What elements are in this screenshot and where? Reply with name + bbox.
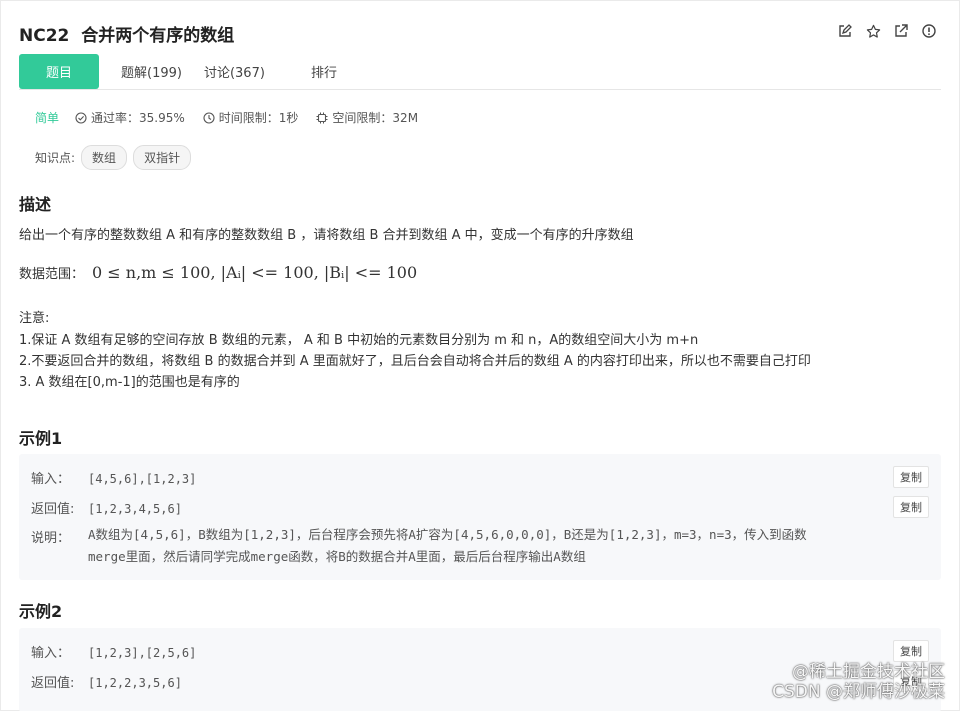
space-limit: 空间限制：32M	[316, 109, 418, 126]
tab-ranking[interactable]: 排行	[311, 54, 337, 89]
example-2-output: [1,2,2,3,5,6]	[88, 676, 182, 690]
report-icon[interactable]	[921, 23, 937, 39]
knowledge-points: 知识点: 数组 双指针	[35, 145, 192, 170]
note-1: 1.保证 A 数组有足够的空间存放 B 数组的元素， A 和 B 中初始的元素数…	[19, 333, 699, 348]
share-icon[interactable]	[893, 23, 909, 39]
output-label: 返回值:	[31, 502, 75, 517]
data-range: 数据范围： 0 ≤ n,m ≤ 100, |Aᵢ| <= 100, |Bᵢ| <…	[19, 263, 417, 282]
copy-output-button[interactable]: 复制	[893, 496, 929, 518]
time-limit: 时间限制：1秒	[203, 109, 299, 126]
explanation-line-1: A数组为[4,5,6]，B数组为[1,2,3]，后台程序会预先将A扩容为[4,5…	[88, 527, 807, 542]
example-2-input: [1,2,3],[2,5,6]	[88, 646, 197, 660]
title-actions	[837, 23, 937, 39]
explain-label: 说明：	[31, 531, 71, 546]
tag-two-pointers[interactable]: 双指针	[133, 145, 192, 170]
edit-icon[interactable]	[837, 23, 853, 39]
example-1-heading: 示例1	[19, 429, 63, 448]
description-text: 给出一个有序的整数数组 A 和有序的整数数组 B ，请将数组 B 合并到数组 A…	[19, 228, 634, 243]
example-1-output: [1,2,3,4,5,6]	[88, 502, 182, 516]
example-2-heading: 示例2	[19, 602, 63, 621]
problem-meta: 简单 通过率：35.95% 时间限制：1秒 空间限制：32M	[35, 109, 436, 126]
example-2-output-row: 返回值: [1,2,2,3,5,6]	[31, 672, 182, 691]
tab-bar: 题目 题解(199) 讨论(367) 排行	[19, 54, 337, 89]
watermark-line-2: CSDN @郑师傅沙极菜	[772, 682, 945, 702]
example-1-input-row: 输入： [4,5,6],[1,2,3]	[31, 468, 196, 487]
tab-discussion[interactable]: 讨论(367)	[204, 54, 265, 89]
copy-input-button[interactable]: 复制	[893, 640, 929, 662]
pass-rate: 通过率：35.95%	[75, 109, 185, 126]
example-1-output-row: 返回值: [1,2,3,4,5,6]	[31, 498, 182, 517]
copy-input-button[interactable]: 复制	[893, 466, 929, 488]
problem-page: NC22 合并两个有序的数组 题目 题解(199) 讨论(367) 排行 简单 …	[0, 0, 960, 711]
watermark: @稀土掘金技术社区 CSDN @郑师傅沙极菜	[772, 662, 945, 702]
note-title: 注意:	[19, 311, 50, 326]
watermark-line-1: @稀土掘金技术社区	[792, 662, 945, 682]
tab-solutions[interactable]: 题解(199)	[121, 54, 182, 89]
example-1-box: 输入： [4,5,6],[1,2,3] 复制 返回值: [1,2,3,4,5,6] …	[19, 454, 941, 580]
example-1-explanation: A数组为[4,5,6]，B数组为[1,2,3]，后台程序会预先将A扩容为[4,5…	[88, 524, 908, 568]
clock-icon	[203, 111, 215, 124]
pass-rate-text: 通过率：35.95%	[91, 111, 185, 125]
input-label: 输入：	[31, 646, 71, 661]
note-3: 3. A 数组在[0,m-1]的范围也是有序的	[19, 375, 240, 390]
description-heading: 描述	[19, 195, 52, 214]
difficulty-badge: 简单	[35, 111, 60, 125]
tab-divider	[19, 89, 941, 90]
example-1-input: [4,5,6],[1,2,3]	[88, 472, 197, 486]
time-limit-text: 时间限制：1秒	[218, 111, 299, 125]
star-icon[interactable]	[865, 23, 881, 39]
input-label: 输入：	[31, 472, 71, 487]
space-limit-text: 空间限制：32M	[332, 111, 419, 125]
problem-title: NC22 合并两个有序的数组	[19, 26, 235, 46]
output-label: 返回值:	[31, 676, 75, 691]
example-2-input-row: 输入： [1,2,3],[2,5,6]	[31, 642, 196, 661]
check-circle-icon	[75, 111, 87, 124]
tab-problem[interactable]: 题目	[19, 54, 99, 89]
chip-icon	[316, 112, 328, 123]
range-label: 数据范围：	[19, 267, 85, 282]
note-2: 2.不要返回合并的数组，将数组 B 的数据合并到 A 里面就好了，且后台会自动将…	[19, 354, 811, 369]
tag-array[interactable]: 数组	[81, 145, 128, 170]
knowledge-label: 知识点:	[35, 151, 76, 165]
explanation-line-2: merge里面，然后请同学完成merge函数，将B的数据合并A里面，最后后台程序…	[88, 549, 586, 564]
range-math: 0 ≤ n,m ≤ 100, |Aᵢ| <= 100, |Bᵢ| <= 100	[92, 263, 418, 282]
